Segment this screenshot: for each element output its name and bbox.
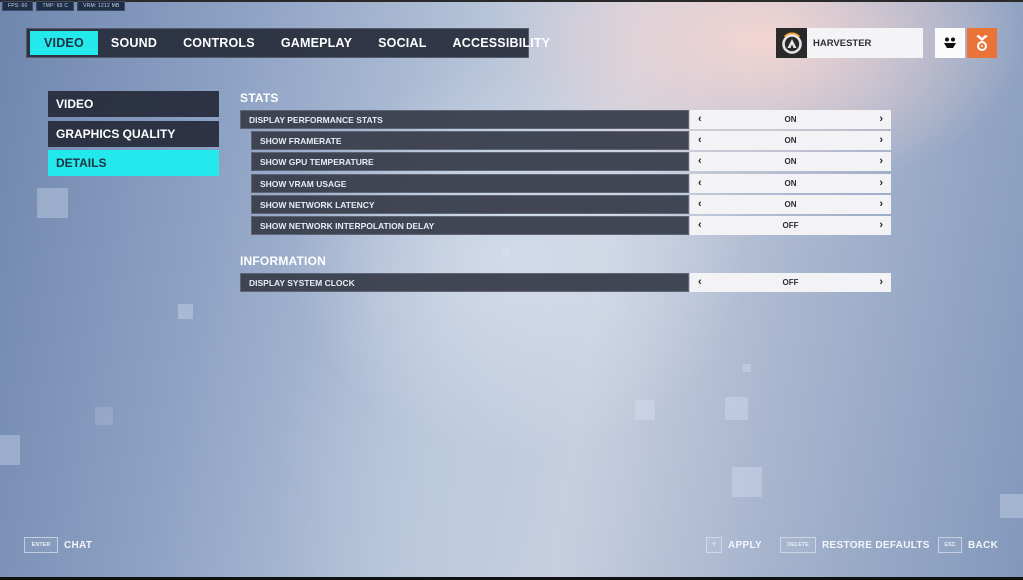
tab-controls[interactable]: CONTROLS [170,31,268,55]
chat-label: CHAT [64,539,93,551]
overwatch-logo-icon [776,28,807,58]
chevron-right-icon[interactable]: › [879,156,883,167]
setting-row-show-network-latency: SHOW NETWORK LATENCY [251,195,689,214]
social-button[interactable] [935,28,965,58]
decor-square [37,188,68,218]
setting-value: ON [784,157,797,166]
submenu-details[interactable]: DETAILS [48,150,219,176]
setting-row-show-gpu-temperature: SHOW GPU TEMPERATURE [251,152,689,171]
chevron-right-icon[interactable]: › [879,277,883,288]
decor-square [95,407,113,425]
tab-sound[interactable]: SOUND [98,31,170,55]
setting-label: DISPLAY PERFORMANCE STATS [240,110,689,129]
setting-row-show-network-interpolation-delay: SHOW NETWORK INTERPOLATION DELAY [251,216,689,235]
chevron-right-icon[interactable]: › [879,178,883,189]
chevron-right-icon[interactable]: › [879,220,883,231]
rewards-button[interactable] [967,28,997,58]
submenu-graphics-quality[interactable]: GRAPHICS QUALITY [48,120,219,147]
top-edge [0,0,1023,2]
section-title-stats: STATS [240,91,279,105]
chevron-right-icon[interactable]: › [879,114,883,125]
chevron-left-icon[interactable]: ‹ [698,178,702,189]
restore-defaults-button[interactable]: DELETE RESTORE DEFAULTS [780,537,930,553]
setting-row-display-performance-stats: DISPLAY PERFORMANCE STATS [240,110,689,129]
tab-accessibility[interactable]: ACCESSIBILITY [440,31,564,55]
decor-square [635,400,655,420]
setting-label: SHOW NETWORK INTERPOLATION DELAY [251,216,689,235]
setting-value: ON [784,200,797,209]
decor-square [1000,494,1023,518]
setting-label: SHOW VRAM USAGE [251,174,689,193]
delete-key-badge: DELETE [780,537,816,553]
fps-readout: FPS: 60 [2,1,34,11]
chevron-right-icon[interactable]: › [879,135,883,146]
decor-square [732,467,762,497]
toggle-display-performance-stats: ‹ ON › [690,110,891,129]
y-key-badge: Y [706,537,722,553]
setting-label: SHOW NETWORK LATENCY [251,195,689,214]
setting-row-show-vram-usage: SHOW VRAM USAGE [251,174,689,193]
back-label: BACK [968,539,999,551]
tab-social[interactable]: SOCIAL [365,31,439,55]
decor-square [743,364,751,372]
toggle-show-network-interpolation-delay: ‹ OFF › [690,216,891,235]
restore-defaults-label: RESTORE DEFAULTS [822,539,930,551]
setting-value: OFF [782,221,799,230]
chevron-left-icon[interactable]: ‹ [698,199,702,210]
toggle-show-framerate: ‹ ON › [690,131,891,150]
settings-tab-bar: VIDEO SOUND CONTROLS GAMEPLAY SOCIAL ACC… [26,28,550,58]
video-submenu: VIDEO GRAPHICS QUALITY DETAILS [48,91,219,180]
performance-overlay: FPS: 60 TMP: 65 C VRM: 1212 MB [2,1,126,11]
esc-key-badge: ESC [938,537,962,553]
setting-value: ON [784,115,797,124]
toggle-show-vram-usage: ‹ ON › [690,174,891,193]
decor-square [501,249,509,257]
social-group-icon [944,37,956,48]
apply-label: APPLY [728,539,762,551]
back-button[interactable]: ESC BACK [938,537,998,553]
setting-label: DISPLAY SYSTEM CLOCK [240,273,689,292]
tab-gameplay[interactable]: GAMEPLAY [268,31,365,55]
chat-hint[interactable]: ENTER CHAT [24,537,92,553]
reward-medal-icon [976,35,988,51]
setting-label: SHOW GPU TEMPERATURE [251,152,689,171]
submenu-video[interactable]: VIDEO [48,91,219,117]
decor-square [178,304,193,319]
setting-row-show-framerate: SHOW FRAMERATE [251,131,689,150]
enter-key-badge: ENTER [24,537,58,553]
chevron-left-icon[interactable]: ‹ [698,220,702,231]
chevron-left-icon[interactable]: ‹ [698,156,702,167]
toggle-show-network-latency: ‹ ON › [690,195,891,214]
setting-row-display-system-clock: DISPLAY SYSTEM CLOCK [240,273,689,292]
chevron-right-icon[interactable]: › [879,199,883,210]
player-name: HARVESTER [807,28,923,58]
toggle-display-system-clock: ‹ OFF › [690,273,891,292]
setting-label: SHOW FRAMERATE [251,131,689,150]
chevron-left-icon[interactable]: ‹ [698,114,702,125]
decor-square [0,435,20,465]
player-profile[interactable]: HARVESTER [776,28,923,58]
chevron-left-icon[interactable]: ‹ [698,135,702,146]
decor-square [725,397,748,420]
setting-value: ON [784,136,797,145]
toggle-show-gpu-temperature: ‹ ON › [690,152,891,171]
section-title-information: INFORMATION [240,254,326,268]
setting-value: ON [784,179,797,188]
tab-video[interactable]: VIDEO [30,31,98,55]
vram-readout: VRM: 1212 MB [77,1,126,11]
chevron-left-icon[interactable]: ‹ [698,277,702,288]
setting-value: OFF [782,278,799,287]
apply-button[interactable]: Y APPLY [706,537,762,553]
temperature-readout: TMP: 65 C [36,1,75,11]
